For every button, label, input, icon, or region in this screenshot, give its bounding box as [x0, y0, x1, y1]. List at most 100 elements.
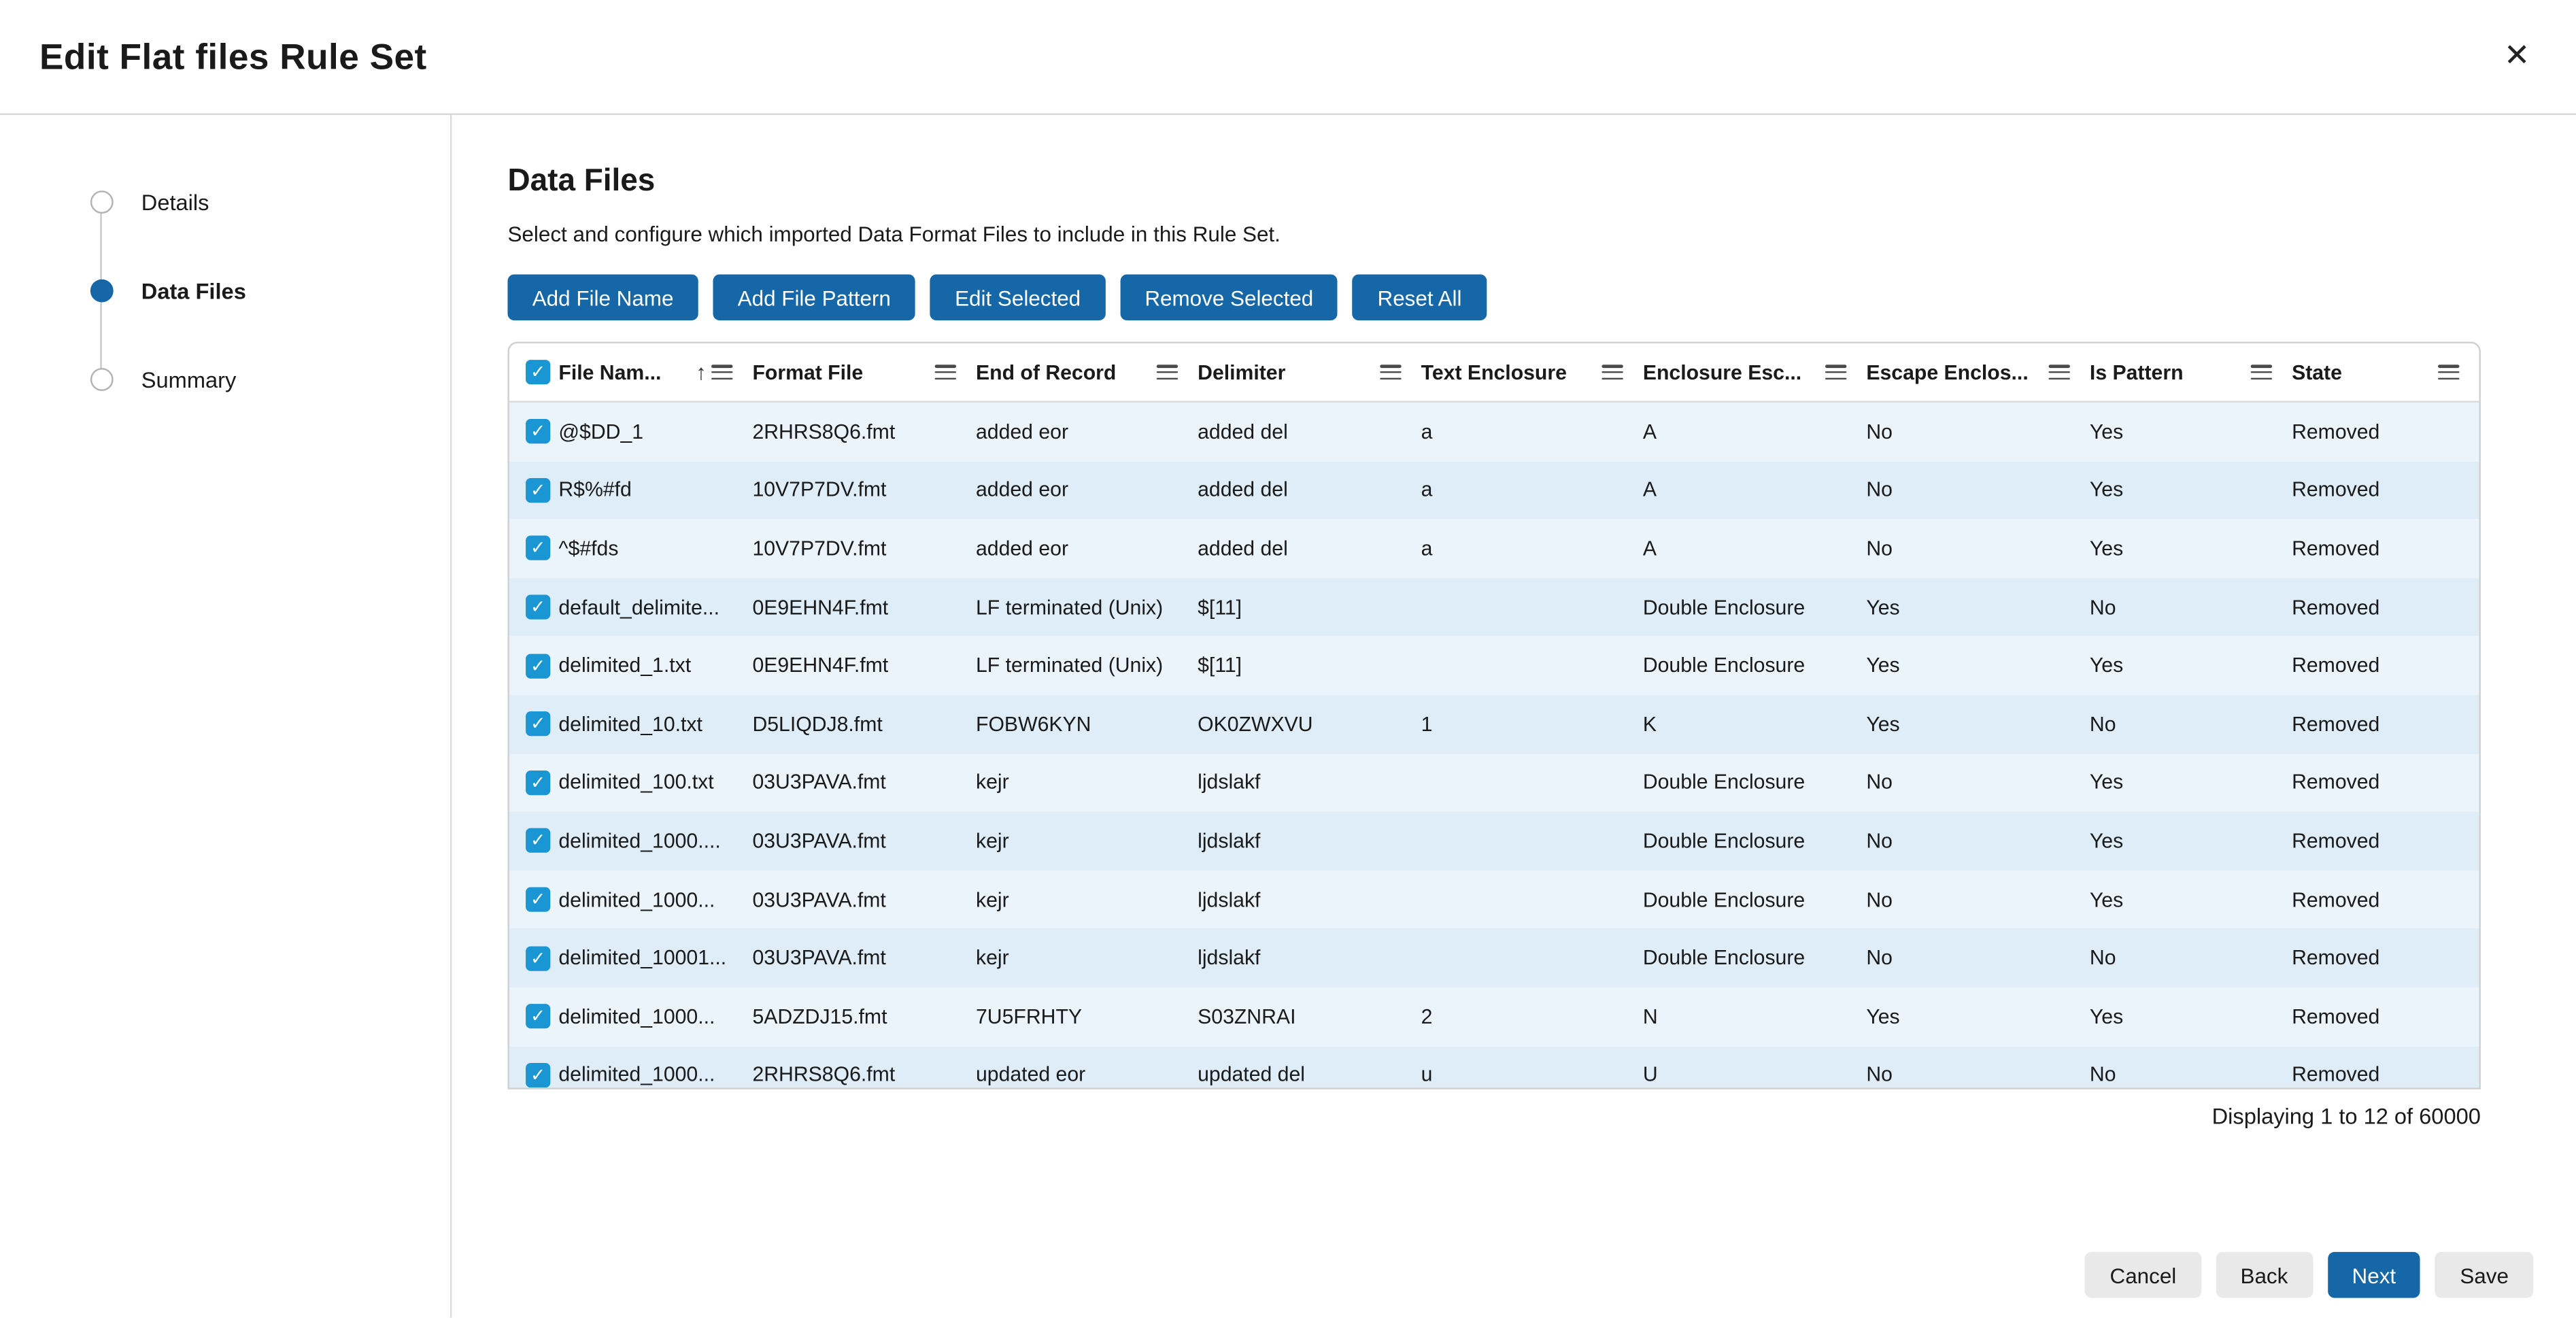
column-header-escape-enclosure[interactable]: Escape Enclos... — [1866, 360, 2090, 384]
column-label: Enclosure Esc... — [1643, 360, 1801, 384]
column-header-end-of-record[interactable]: End of Record — [976, 360, 1198, 384]
column-menu-icon[interactable] — [2251, 365, 2272, 379]
column-menu-icon[interactable] — [935, 365, 956, 379]
row-checkbox[interactable]: ✓ — [526, 595, 550, 620]
column-header-icons — [1601, 365, 1623, 379]
column-header-delimiter[interactable]: Delimiter — [1198, 360, 1421, 384]
row-checkbox[interactable]: ✓ — [526, 888, 550, 912]
column-menu-icon[interactable] — [1157, 365, 1178, 379]
cell-is-pattern: Yes — [2090, 537, 2292, 560]
row-checkbox-cell: ✓ — [509, 595, 558, 620]
row-checkbox[interactable]: ✓ — [526, 829, 550, 854]
column-header-state[interactable]: State — [2292, 360, 2479, 384]
column-menu-icon[interactable] — [2049, 365, 2070, 379]
column-menu-icon[interactable] — [2438, 365, 2459, 379]
row-checkbox[interactable]: ✓ — [526, 537, 550, 561]
cell-format-file: 0E9EHN4F.fmt — [752, 654, 976, 677]
column-label: Delimiter — [1198, 360, 1285, 384]
column-menu-icon[interactable] — [1825, 365, 1846, 379]
cell-escape-enclosure: No — [1866, 830, 2090, 853]
cell-end-of-record: LF terminated (Unix) — [976, 596, 1198, 619]
cell-enclosure-escape: U — [1643, 1064, 1867, 1087]
dialog-footer: Cancel Back Next Save — [2085, 1252, 2533, 1298]
table-row[interactable]: ✓delimited_1000...03U3PAVA.fmtkejrljdsla… — [509, 871, 2479, 929]
cell-file-name: R$%#fd — [558, 479, 752, 502]
cell-is-pattern: Yes — [2090, 654, 2292, 677]
page-title: Edit Flat files Rule Set — [39, 35, 427, 78]
cell-escape-enclosure: No — [1866, 888, 2090, 911]
next-button[interactable]: Next — [2327, 1252, 2420, 1298]
table-row[interactable]: ✓@$DD_12RHRS8Q6.fmtadded eoradded delaAN… — [509, 403, 2479, 461]
cell-file-name: @$DD_1 — [558, 420, 752, 443]
cell-is-pattern: Yes — [2090, 888, 2292, 911]
row-checkbox[interactable]: ✓ — [526, 654, 550, 678]
select-all-checkbox[interactable]: ✓ — [526, 360, 550, 384]
stepper-item-data-files[interactable]: Data Files — [0, 246, 450, 335]
row-checkbox[interactable]: ✓ — [526, 478, 550, 503]
stepper-item-details[interactable]: Details — [0, 158, 450, 246]
cell-enclosure-escape: K — [1643, 713, 1867, 736]
cell-enclosure-escape: Double Enclosure — [1643, 888, 1867, 911]
save-button[interactable]: Save — [2435, 1252, 2533, 1298]
cancel-button[interactable]: Cancel — [2085, 1252, 2201, 1298]
column-header-enclosure-escape[interactable]: Enclosure Esc... — [1643, 360, 1867, 384]
row-checkbox[interactable]: ✓ — [526, 946, 550, 970]
table-row[interactable]: ✓delimited_1.txt0E9EHN4F.fmtLF terminate… — [509, 637, 2479, 695]
row-checkbox[interactable]: ✓ — [526, 1063, 550, 1087]
cell-text-enclosure: a — [1421, 537, 1643, 560]
column-header-is-pattern[interactable]: Is Pattern — [2090, 360, 2292, 384]
reset-all-button[interactable]: Reset All — [1353, 274, 1486, 320]
table-row[interactable]: ✓R$%#fd10V7P7DV.fmtadded eoradded delaAN… — [509, 461, 2479, 520]
cell-format-file: 2RHRS8Q6.fmt — [752, 420, 976, 443]
cell-end-of-record: FOBW6KYN — [976, 713, 1198, 736]
table-row[interactable]: ✓delimited_10001...03U3PAVA.fmtkejrljdsl… — [509, 929, 2479, 987]
cell-end-of-record: 7U5FRHTY — [976, 1005, 1198, 1028]
table-row[interactable]: ✓delimited_10.txtD5LIQDJ8.fmtFOBW6KYNOK0… — [509, 695, 2479, 754]
add-file-name-button[interactable]: Add File Name — [507, 274, 698, 320]
data-files-panel: Data Files Select and configure which im… — [452, 115, 2576, 1317]
edit-selected-button[interactable]: Edit Selected — [930, 274, 1106, 320]
column-menu-icon[interactable] — [711, 365, 732, 379]
table-row[interactable]: ✓delimited_1000...5ADZDJ15.fmt7U5FRHTYS0… — [509, 987, 2479, 1046]
cell-format-file: 03U3PAVA.fmt — [752, 830, 976, 853]
table-row[interactable]: ✓^$#fds10V7P7DV.fmtadded eoradded delaAN… — [509, 520, 2479, 578]
cell-is-pattern: Yes — [2090, 1005, 2292, 1028]
cell-state: Removed — [2292, 947, 2479, 970]
cell-end-of-record: updated eor — [976, 1064, 1198, 1087]
stepper-item-summary[interactable]: Summary — [0, 335, 450, 424]
column-header-icons — [1825, 365, 1846, 379]
table-row[interactable]: ✓delimited_1000....03U3PAVA.fmtkejrljdsl… — [509, 812, 2479, 871]
table-row[interactable]: ✓delimited_1000...2RHRS8Q6.fmtupdated eo… — [509, 1046, 2479, 1088]
add-file-pattern-button[interactable]: Add File Pattern — [713, 274, 915, 320]
column-menu-icon[interactable] — [1380, 365, 1401, 379]
cell-enclosure-escape: A — [1643, 537, 1867, 560]
column-label: Is Pattern — [2090, 360, 2184, 384]
cell-delimiter: ljdslakf — [1198, 771, 1421, 794]
row-checkbox[interactable]: ✓ — [526, 420, 550, 444]
sort-ascending-icon[interactable]: ↑ — [696, 360, 707, 384]
cell-text-enclosure: 1 — [1421, 713, 1643, 736]
cell-state: Removed — [2292, 654, 2479, 677]
table-row[interactable]: ✓default_delimite...0E9EHN4F.fmtLF termi… — [509, 578, 2479, 637]
column-menu-icon[interactable] — [1601, 365, 1623, 379]
row-checkbox[interactable]: ✓ — [526, 771, 550, 795]
cell-file-name: delimited_1.txt — [558, 654, 752, 677]
column-header-file-name[interactable]: File Nam...↑ — [558, 360, 752, 384]
column-header-icons — [2251, 365, 2272, 379]
cell-file-name: delimited_10001... — [558, 947, 752, 970]
column-label: Escape Enclos... — [1866, 360, 2028, 384]
row-checkbox[interactable]: ✓ — [526, 712, 550, 737]
close-icon[interactable]: ✕ — [2497, 35, 2537, 79]
cell-state: Removed — [2292, 537, 2479, 560]
cell-delimiter: $[11] — [1198, 596, 1421, 619]
column-header-text-enclosure[interactable]: Text Enclosure — [1421, 360, 1643, 384]
row-checkbox[interactable]: ✓ — [526, 1004, 550, 1029]
cell-enclosure-escape: Double Enclosure — [1643, 830, 1867, 853]
cell-state: Removed — [2292, 771, 2479, 794]
remove-selected-button[interactable]: Remove Selected — [1120, 274, 1338, 320]
back-button[interactable]: Back — [2216, 1252, 2312, 1298]
table-row[interactable]: ✓delimited_100.txt03U3PAVA.fmtkejrljdsla… — [509, 754, 2479, 812]
row-checkbox-cell: ✓ — [509, 654, 558, 678]
cell-file-name: delimited_1000... — [558, 1064, 752, 1087]
column-header-format-file[interactable]: Format File — [752, 360, 976, 384]
